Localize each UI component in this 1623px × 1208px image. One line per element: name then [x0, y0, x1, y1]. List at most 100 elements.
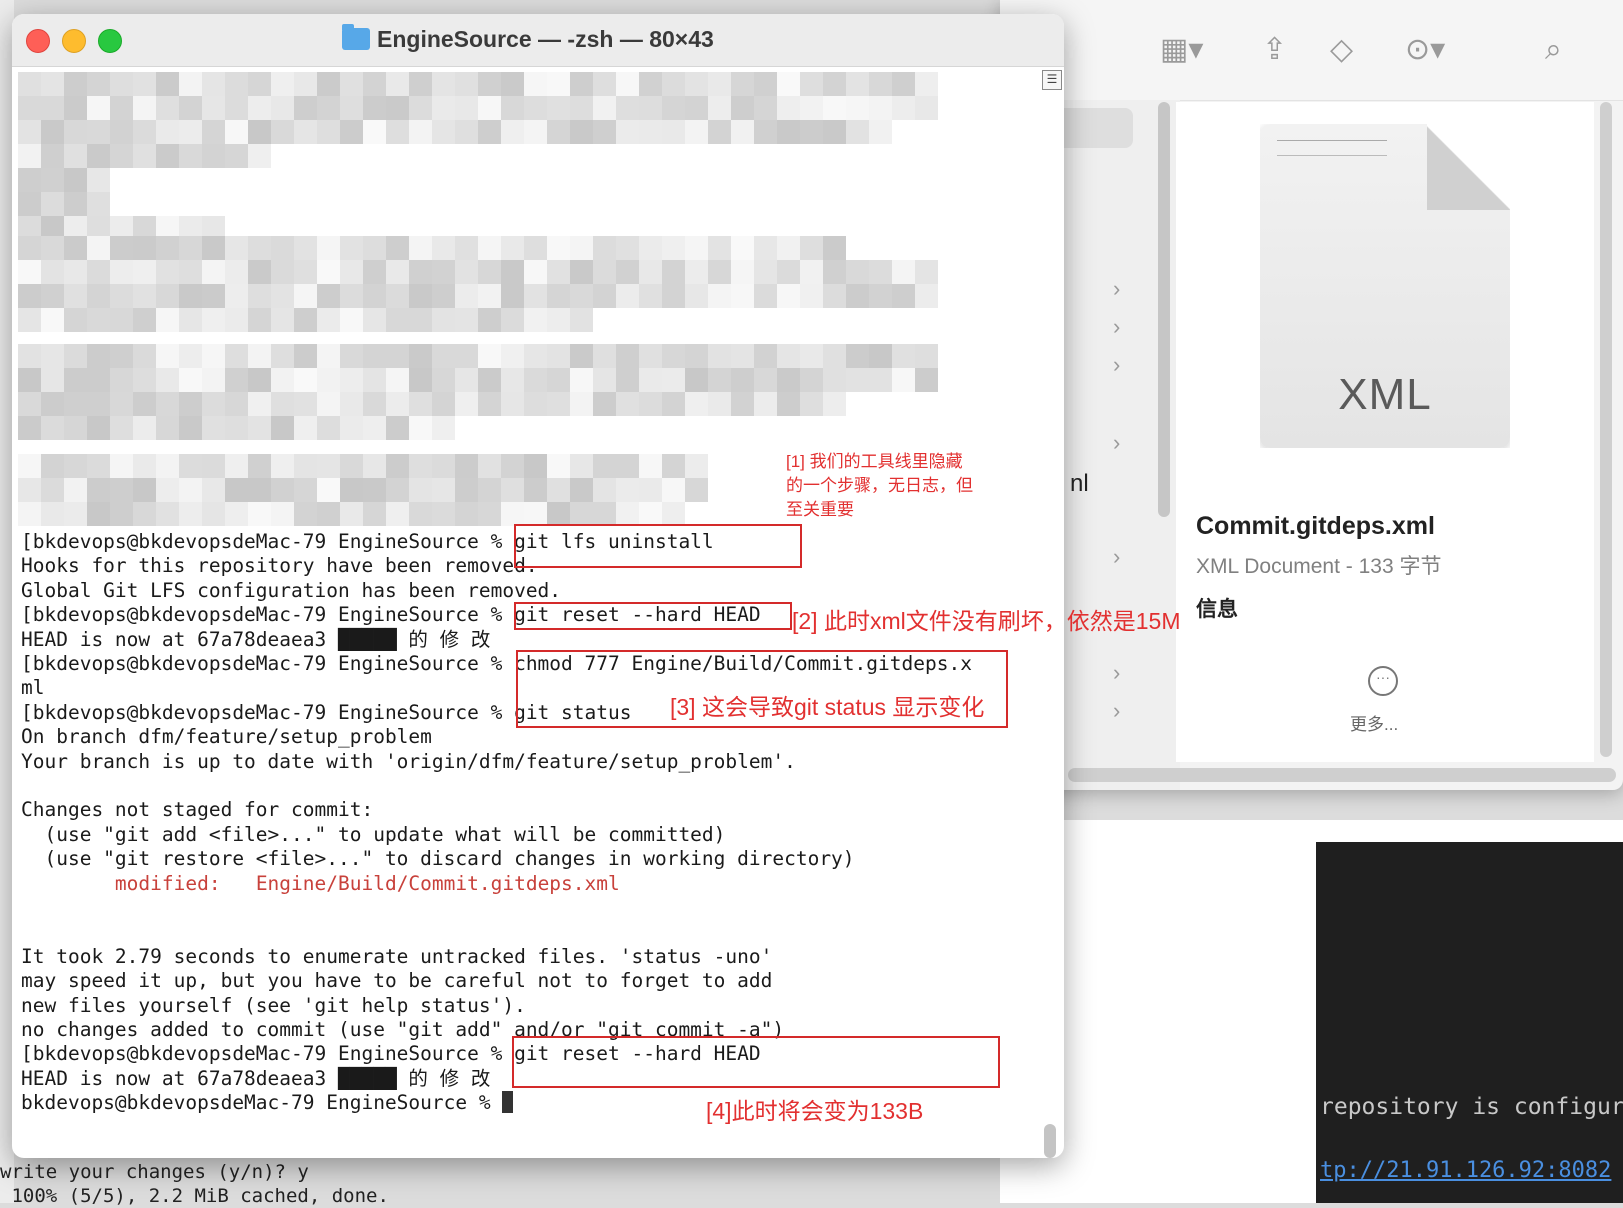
redaction-pixel — [340, 236, 363, 260]
redaction-pixel — [87, 120, 110, 144]
chevron-right-icon[interactable]: › — [1113, 276, 1120, 302]
redaction-pixel — [64, 344, 87, 368]
redaction-pixel — [570, 284, 593, 308]
redaction-pixel — [409, 392, 432, 416]
redaction-pixel — [455, 502, 478, 526]
redaction-pixel — [708, 72, 731, 96]
preview-scrollbar[interactable] — [1600, 102, 1612, 757]
redaction-pixel — [662, 368, 685, 392]
zoom-button[interactable] — [98, 29, 122, 53]
redaction-pixel — [478, 96, 501, 120]
dark-terminal-link[interactable]: tp://21.91.126.92:8082 — [1320, 1158, 1611, 1183]
redaction-pixel — [317, 502, 340, 526]
redaction-pixel — [455, 308, 478, 332]
redaction-pixel — [409, 260, 432, 284]
redaction-pixel — [892, 260, 915, 284]
redaction-pixel — [892, 344, 915, 368]
redaction-pixel — [225, 392, 248, 416]
chevron-right-icon[interactable]: › — [1113, 698, 1120, 724]
redaction-pixel — [248, 72, 271, 96]
more-button[interactable]: 更多... — [1350, 710, 1398, 735]
redaction-pixel — [639, 502, 662, 526]
redaction-pixel — [363, 416, 386, 440]
redaction-pixel — [892, 284, 915, 308]
redaction-pixel — [87, 96, 110, 120]
redaction-pixel — [179, 308, 202, 332]
redaction-pixel — [432, 478, 455, 502]
chevron-right-icon[interactable]: › — [1113, 352, 1120, 378]
redaction-pixel — [87, 502, 110, 526]
column-scrollbar[interactable] — [1158, 102, 1170, 517]
share-icon[interactable]: ⇪ — [1262, 30, 1287, 70]
redaction-pixel — [202, 144, 225, 168]
redaction-pixel — [248, 368, 271, 392]
redaction-pixel — [179, 502, 202, 526]
redaction-pixel — [547, 478, 570, 502]
terminal-scrollbar[interactable] — [1044, 1124, 1056, 1158]
redaction-pixel — [869, 284, 892, 308]
redaction-pixel — [294, 284, 317, 308]
redaction-pixel — [248, 308, 271, 332]
more-icon[interactable]: ⊙▾ — [1405, 30, 1445, 70]
redaction-pixel — [432, 236, 455, 260]
redaction-pixel — [340, 392, 363, 416]
view-grid-icon[interactable]: ▦▾ — [1160, 30, 1203, 70]
redaction-pixel — [18, 168, 41, 192]
redaction-pixel — [340, 284, 363, 308]
redaction-pixel — [271, 454, 294, 478]
redaction-pixel — [616, 478, 639, 502]
redaction-pixel — [18, 260, 41, 284]
scroll-marker-icon[interactable]: ☰ — [1042, 70, 1062, 90]
redaction-pixel — [248, 344, 271, 368]
terminal-line: Global Git LFS configuration has been re… — [21, 578, 562, 602]
chevron-right-icon[interactable]: › — [1113, 544, 1120, 570]
redaction-pixel — [616, 502, 639, 526]
redaction-pixel — [248, 416, 271, 440]
redaction-pixel — [915, 284, 938, 308]
ellipsis-circle-icon[interactable]: ··· — [1368, 666, 1398, 696]
redaction-pixel — [754, 368, 777, 392]
redaction-pixel — [731, 284, 754, 308]
redaction-pixel — [639, 478, 662, 502]
chevron-right-icon[interactable]: › — [1113, 430, 1120, 456]
tag-icon[interactable]: ◇ — [1330, 30, 1353, 70]
minimize-button[interactable] — [62, 29, 86, 53]
redaction-pixel — [639, 368, 662, 392]
redaction-pixel — [202, 120, 225, 144]
redaction-pixel — [87, 72, 110, 96]
redaction-pixel — [133, 502, 156, 526]
redaction-pixel — [524, 260, 547, 284]
redaction-pixel — [639, 284, 662, 308]
redaction-pixel — [846, 368, 869, 392]
redaction-pixel — [41, 478, 64, 502]
chevron-right-icon[interactable]: › — [1113, 314, 1120, 340]
redaction-pixel — [524, 454, 547, 478]
redaction-pixel — [869, 344, 892, 368]
file-name: Commit.gitdeps.xml — [1196, 512, 1435, 540]
redaction-pixel — [156, 502, 179, 526]
redaction-pixel — [202, 72, 225, 96]
chevron-right-icon[interactable]: › — [1113, 660, 1120, 686]
redaction-pixel — [64, 392, 87, 416]
redaction-pixel — [271, 72, 294, 96]
search-icon[interactable]: ⌕ — [1545, 30, 1562, 70]
terminal-line: may speed it up, but you have to be care… — [21, 969, 773, 993]
redaction-pixel — [708, 260, 731, 284]
redaction-pixel — [777, 368, 800, 392]
redaction-pixel — [386, 454, 409, 478]
redaction-pixel — [87, 260, 110, 284]
horizontal-scrollbar[interactable] — [1068, 768, 1616, 782]
redaction-pixel — [547, 120, 570, 144]
title-bar[interactable]: EngineSource — -zsh — 80×43 — [12, 14, 1064, 67]
terminal-window[interactable]: EngineSource — -zsh — 80×43 ☰ [bkdevops@… — [12, 14, 1064, 1158]
redaction-pixel — [340, 96, 363, 120]
close-button[interactable] — [26, 29, 50, 53]
redaction-pixel — [915, 260, 938, 284]
redaction-pixel — [271, 368, 294, 392]
redaction-pixel — [409, 236, 432, 260]
redaction-pixel — [846, 72, 869, 96]
redaction-pixel — [202, 478, 225, 502]
redaction-pixel — [110, 416, 133, 440]
redaction-pixel — [340, 502, 363, 526]
redaction-pixel — [570, 72, 593, 96]
